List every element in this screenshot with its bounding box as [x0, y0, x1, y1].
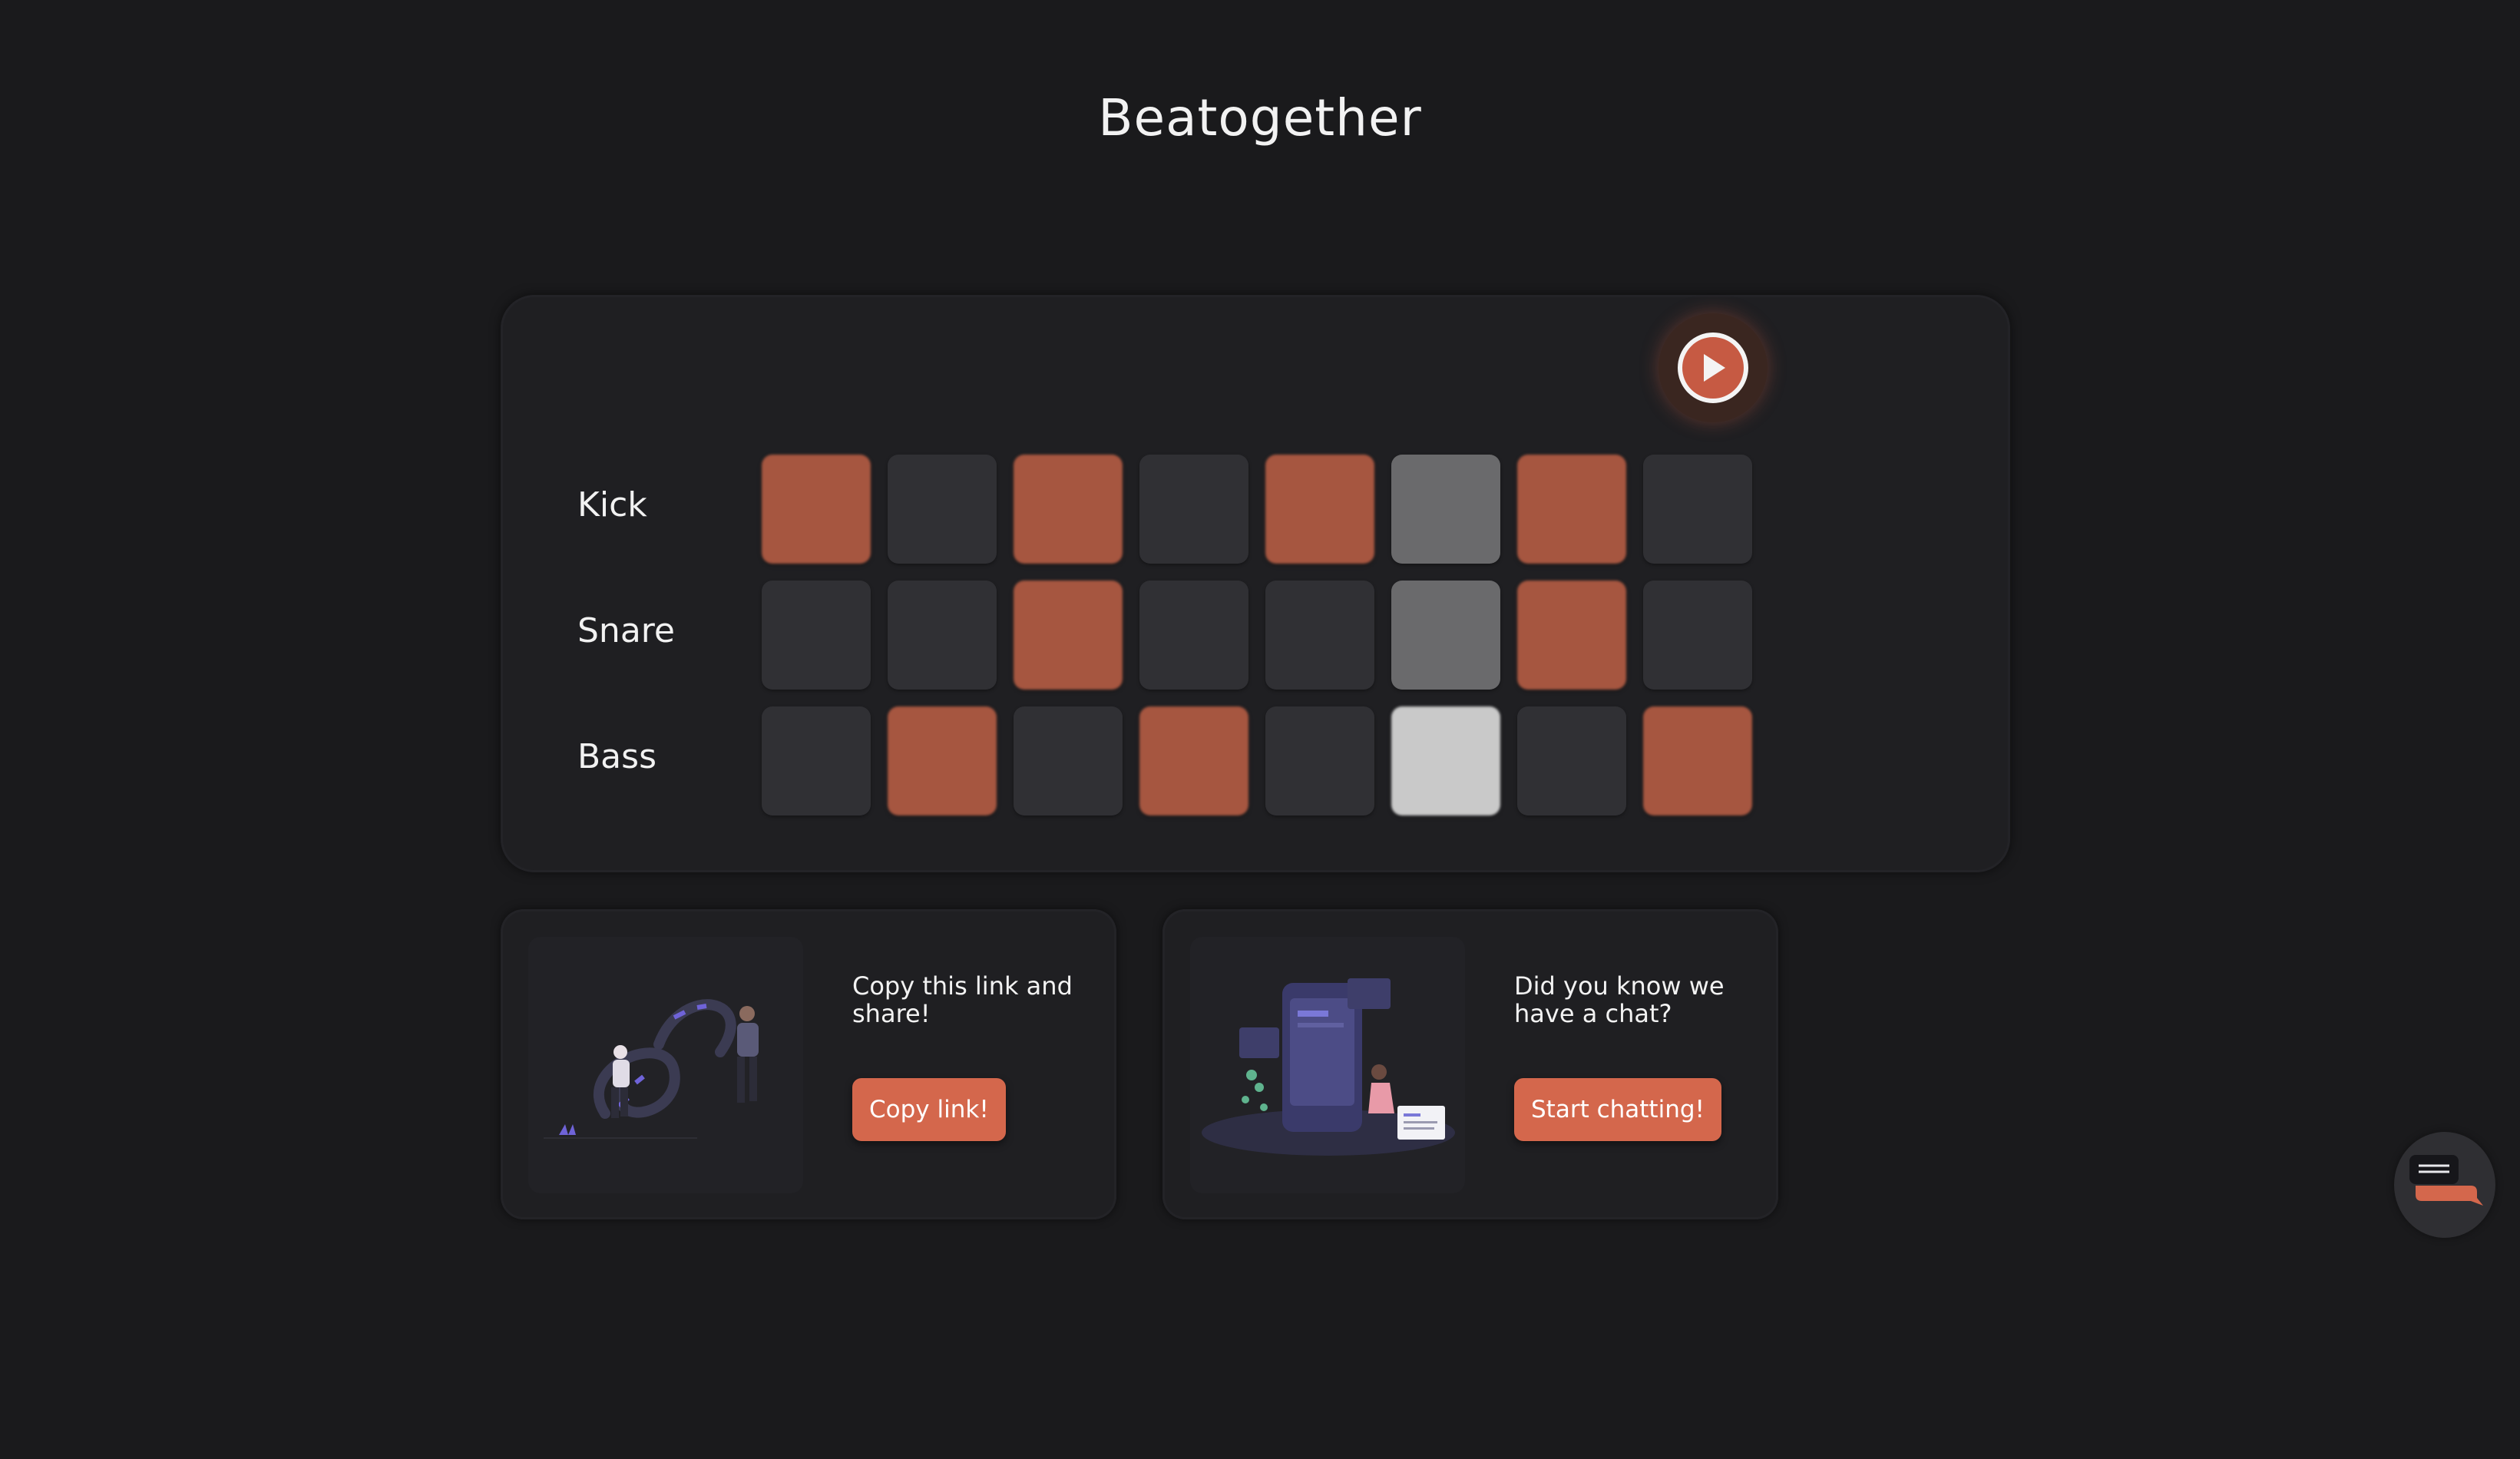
step-snare-6[interactable] — [1391, 581, 1500, 690]
step-bass-6[interactable] — [1391, 706, 1500, 816]
step-kick-8[interactable] — [1643, 455, 1752, 564]
share-card-text: Copy this link and share! — [852, 971, 1073, 1028]
chat-card-text: Did you know we have a chat? — [1514, 971, 1725, 1028]
step-snare-8[interactable] — [1643, 581, 1752, 690]
copy-link-button[interactable]: Copy link! — [852, 1078, 1006, 1141]
play-icon — [1678, 332, 1748, 403]
sequencer-panel — [501, 295, 2010, 872]
step-kick-3[interactable] — [1014, 455, 1123, 564]
step-kick-7[interactable] — [1517, 455, 1626, 564]
app-title: Beatogether — [1098, 88, 1422, 147]
step-snare-5[interactable] — [1265, 581, 1374, 690]
play-button[interactable] — [1659, 313, 1768, 422]
step-kick-2[interactable] — [888, 455, 997, 564]
step-kick-5[interactable] — [1265, 455, 1374, 564]
step-bass-2[interactable] — [888, 706, 997, 816]
track-label-bass: Bass — [577, 737, 656, 776]
step-kick-6[interactable] — [1391, 455, 1500, 564]
mobile-chat-illustration — [1190, 937, 1465, 1193]
track-label-snare: Snare — [577, 611, 675, 650]
step-bass-5[interactable] — [1265, 706, 1374, 816]
chat-open-button[interactable] — [2394, 1132, 2495, 1238]
step-kick-1[interactable] — [762, 455, 871, 564]
step-kick-4[interactable] — [1139, 455, 1248, 564]
step-snare-3[interactable] — [1014, 581, 1123, 690]
link-sharing-illustration — [528, 937, 803, 1193]
step-snare-2[interactable] — [888, 581, 997, 690]
step-snare-7[interactable] — [1517, 581, 1626, 690]
step-bass-7[interactable] — [1517, 706, 1626, 816]
start-chatting-button[interactable]: Start chatting! — [1514, 1078, 1721, 1141]
step-bass-4[interactable] — [1139, 706, 1248, 816]
step-snare-1[interactable] — [762, 581, 871, 690]
step-bass-8[interactable] — [1643, 706, 1752, 816]
step-snare-4[interactable] — [1139, 581, 1248, 690]
chat-promo-card: Did you know we have a chat? Start chatt… — [1162, 909, 1778, 1219]
step-bass-1[interactable] — [762, 706, 871, 816]
track-label-kick: Kick — [577, 485, 647, 524]
share-link-card: Copy this link and share! Copy link! — [501, 909, 1116, 1219]
step-bass-3[interactable] — [1014, 706, 1123, 816]
chat-icon — [2409, 1155, 2483, 1206]
